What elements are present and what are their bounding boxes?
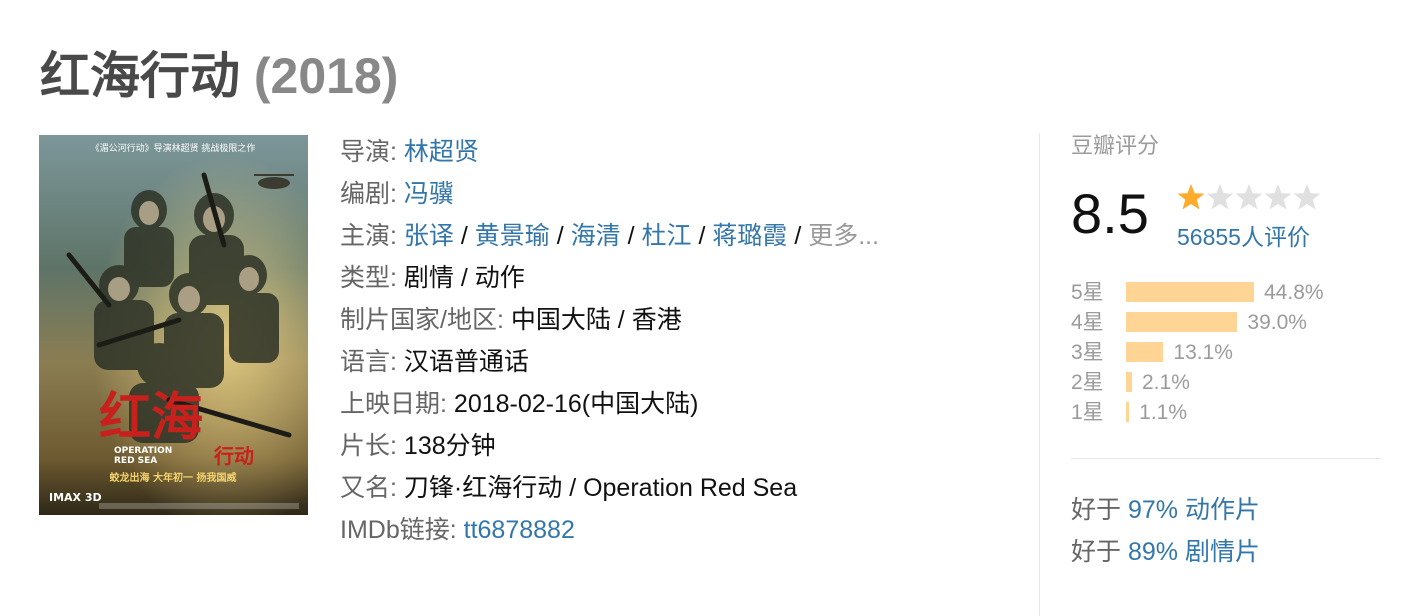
distribution-row: 3星 13.1% <box>1071 338 1381 368</box>
director-row: 导演: 林超贤 <box>340 138 479 166</box>
imdb-link[interactable]: tt6878882 <box>464 516 575 544</box>
aka-row: 又名: 刀锋·红海行动 / Operation Red Sea <box>340 474 798 502</box>
cast-link[interactable]: 蒋璐霞 <box>712 222 787 250</box>
language-value: 汉语普通话 <box>403 348 529 376</box>
director-label: 导演 <box>340 138 391 166</box>
poster-title-cn2: 行动 <box>213 444 254 468</box>
distribution-row: 2星 2.1% <box>1071 368 1381 398</box>
movie-title: 红海行动 <box>40 48 240 104</box>
cast-more-link[interactable]: 更多... <box>808 222 879 250</box>
runtime-row: 片长: 138分钟 <box>340 432 496 460</box>
rating-panel: 豆瓣评分 8.5 56855人评价 5星 44.8% 4星 39.0% 3星 13.1% 2… <box>1071 128 1381 566</box>
distribution-row: 1星 1.1% <box>1071 398 1381 428</box>
poster-credits <box>99 503 299 509</box>
distribution-percent: 13.1% <box>1173 341 1233 364</box>
distribution-bar <box>1126 372 1132 392</box>
horizontal-divider <box>1071 458 1381 459</box>
writer-link[interactable]: 冯骥 <box>404 180 454 208</box>
distribution-percent: 1.1% <box>1139 401 1188 424</box>
cast-label: 主演 <box>340 222 391 250</box>
better-than-row: 好于 89% 剧情片 <box>1071 532 1260 572</box>
poster-title-en-2: RED SEA <box>114 456 157 466</box>
aka-label: 又名 <box>340 474 391 502</box>
rating-distribution: 5星 44.8% 4星 39.0% 3星 13.1% 2星 2.1% 1星 1.1% <box>1071 278 1381 428</box>
cast-row: 主演: 张译 / 黄景瑜 / 海清 / 杜江 / 蒋璐霞 / 更多... <box>340 222 880 250</box>
page-title: 红海行动 (2018) <box>40 36 398 108</box>
movie-poster[interactable]: 《湄公河行动》导演林超贤 挑战极限之作 红海 行动 OPERATION RED … <box>39 135 308 515</box>
distribution-label: 3星 <box>1071 341 1104 364</box>
distribution-bar <box>1126 282 1254 302</box>
distribution-percent: 44.8% <box>1264 281 1324 304</box>
better-than-link[interactable]: 89% 剧情片 <box>1128 538 1260 566</box>
release-label: 上映日期 <box>340 390 441 418</box>
aka-value: 刀锋·红海行动 / Operation Red Sea <box>403 474 798 502</box>
writer-row: 编剧: 冯骥 <box>340 180 454 208</box>
distribution-percent: 39.0% <box>1247 311 1307 334</box>
cast-link[interactable]: 张译 <box>404 222 454 250</box>
poster-tagline: 蛟龙出海 大年初一 扬我国威 <box>110 471 237 484</box>
distribution-percent: 2.1% <box>1142 371 1190 394</box>
cast-link[interactable]: 海清 <box>571 222 621 250</box>
rating-score: 8.5 <box>1071 182 1149 245</box>
better-than-prefix: 好于 <box>1071 496 1122 524</box>
distribution-row: 4星 39.0% <box>1071 308 1381 338</box>
star-icon <box>1293 184 1321 210</box>
distribution-row: 5星 44.8% <box>1071 278 1381 308</box>
poster-format: IMAX 3D <box>49 491 102 504</box>
poster-top-text: 《湄公河行动》导演林超贤 挑战极限之作 <box>91 142 256 154</box>
star-icon <box>1264 184 1292 210</box>
writer-label: 编剧 <box>340 180 391 208</box>
distribution-bar <box>1126 402 1130 422</box>
runtime-label: 片长 <box>340 432 391 460</box>
region-value: 中国大陆 / 香港 <box>510 306 682 334</box>
runtime-value: 138分钟 <box>403 432 496 460</box>
better-than-prefix: 好于 <box>1071 538 1122 566</box>
star-icon <box>1235 184 1263 210</box>
release-value: 2018-02-16(中国大陆) <box>453 390 699 418</box>
poster-title-cn: 红海 <box>99 388 203 448</box>
better-than-link[interactable]: 97% 动作片 <box>1128 496 1260 524</box>
distribution-bar <box>1126 342 1164 362</box>
genre-value: 剧情 / 动作 <box>403 264 525 292</box>
genre-row: 类型: 剧情 / 动作 <box>340 264 525 292</box>
poster-title-en-1: OPERATION <box>114 446 172 456</box>
star-icon <box>1206 184 1234 210</box>
distribution-label: 1星 <box>1071 401 1104 424</box>
rating-label: 豆瓣评分 <box>1071 133 1160 158</box>
distribution-label: 2星 <box>1071 371 1104 394</box>
movie-info: 导演: 林超贤 编剧: 冯骥 主演: 张译 / 黄景瑜 / 海清 / 杜江 / … <box>340 131 980 551</box>
director-link[interactable]: 林超贤 <box>404 138 479 166</box>
region-label: 制片国家/地区 <box>340 306 497 334</box>
region-row: 制片国家/地区: 中国大陆 / 香港 <box>340 306 682 334</box>
language-label: 语言 <box>340 348 391 376</box>
imdb-row: IMDb链接: tt6878882 <box>340 516 575 544</box>
cast-link[interactable]: 杜江 <box>642 222 692 250</box>
better-than-row: 好于 97% 动作片 <box>1071 490 1260 530</box>
vertical-divider <box>1039 133 1040 616</box>
release-row: 上映日期: 2018-02-16(中国大陆) <box>340 390 699 418</box>
movie-year: (2018) <box>253 48 399 104</box>
cast-link[interactable]: 黄景瑜 <box>475 222 550 250</box>
star-icon <box>1177 184 1205 210</box>
distribution-bar <box>1126 312 1238 332</box>
imdb-label: IMDb链接 <box>340 516 450 544</box>
genre-label: 类型 <box>340 264 391 292</box>
rating-stars <box>1177 181 1327 220</box>
votes-link[interactable]: 56855人评价 <box>1177 218 1310 252</box>
distribution-label: 4星 <box>1071 311 1104 334</box>
language-row: 语言: 汉语普通话 <box>340 348 529 376</box>
distribution-label: 5星 <box>1071 281 1104 304</box>
